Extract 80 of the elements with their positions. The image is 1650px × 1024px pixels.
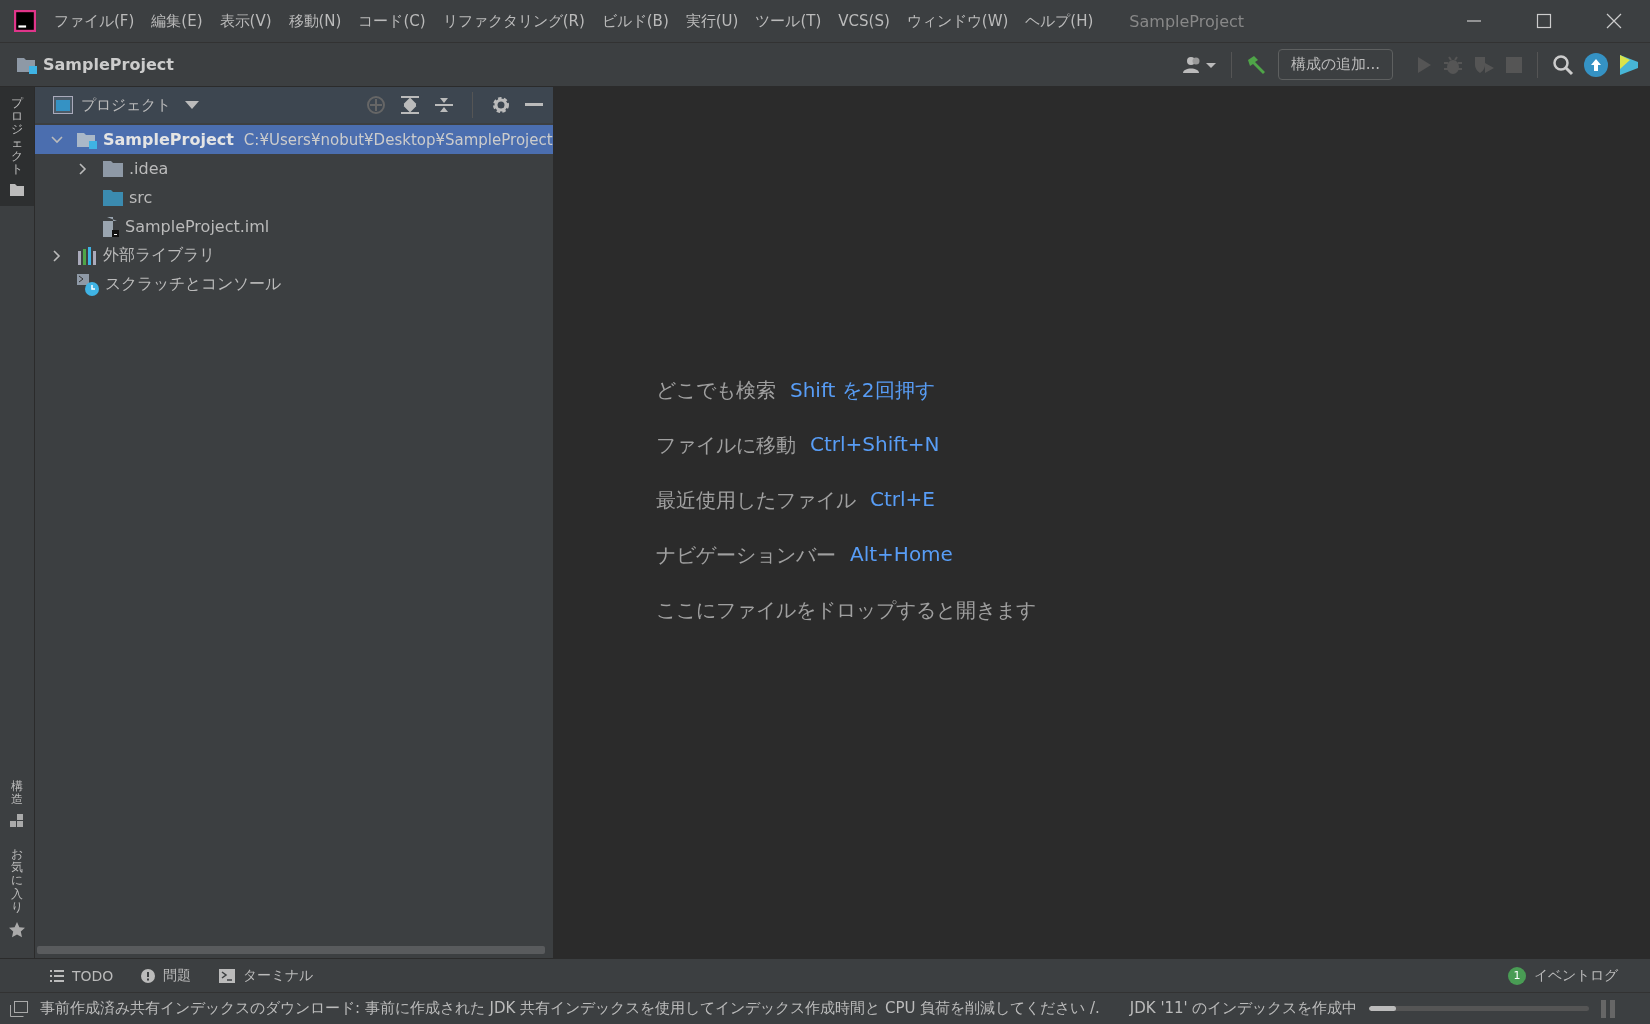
tree-item-label: .idea: [129, 159, 169, 178]
menu-item[interactable]: リファクタリング(R): [442, 11, 585, 31]
users-icon[interactable]: [1182, 55, 1217, 74]
settings-icon[interactable]: [491, 95, 511, 115]
app-logo-icon[interactable]: [1618, 52, 1640, 77]
menu-item[interactable]: ツール(T): [755, 11, 822, 31]
app-logo-icon: [14, 10, 36, 32]
minimize-icon[interactable]: [525, 103, 543, 107]
tree-item[interactable]: 外部ライブラリ: [35, 241, 553, 270]
status-task: JDK '11' のインデックスを作成中: [1129, 999, 1358, 1018]
tool-tab[interactable]: お気に入り: [0, 838, 34, 948]
menu-item[interactable]: ビルド(B): [601, 11, 669, 31]
count-badge: 1: [1508, 966, 1526, 985]
project-folder-icon: [77, 130, 97, 149]
menu-item[interactable]: 移動(N): [288, 11, 342, 31]
hint-label: ナビゲーションバー: [656, 541, 836, 569]
tree-item[interactable]: .idea: [35, 154, 553, 183]
add-configuration-button[interactable]: 構成の追加...: [1277, 49, 1393, 80]
expand-all-icon[interactable]: [400, 95, 420, 115]
tree-item[interactable]: SampleProject C:¥Users¥nobut¥Desktop¥SampleProject: [35, 125, 553, 154]
window-title: SampleProject: [1129, 11, 1245, 31]
menu-item[interactable]: ヘルプ(H): [1025, 11, 1094, 31]
folder-icon: [103, 160, 123, 177]
project-path: C:¥Users¥nobut¥Desktop¥SampleProject: [243, 130, 553, 149]
panel-toggle-icon[interactable]: [10, 1000, 28, 1017]
menu-item[interactable]: 実行(U): [685, 11, 739, 31]
maximize-icon[interactable]: [1536, 13, 1552, 29]
chevron-icon[interactable]: [51, 133, 63, 146]
scratch-console-icon: [77, 273, 99, 296]
search-icon[interactable]: [1552, 53, 1574, 76]
menu-item[interactable]: ファイル(F): [54, 11, 135, 31]
menu-item[interactable]: VCS(S): [838, 11, 890, 31]
shortcut-text: Shift を2回押す: [790, 376, 935, 404]
tool-window-tab[interactable]: 問題: [141, 966, 192, 985]
collapse-all-icon[interactable]: [434, 95, 454, 115]
tree-item-label: src: [129, 188, 153, 207]
menu-item[interactable]: ウィンドウ(W): [906, 11, 1009, 31]
menu-item[interactable]: 表示(V): [219, 11, 272, 31]
hint-label: ここにファイルをドロップすると開きます: [656, 596, 1036, 624]
tree-item-label: SampleProject.iml: [125, 217, 270, 236]
chevron-icon[interactable]: [77, 162, 89, 175]
tree-item-label: SampleProject: [103, 130, 234, 149]
hammer-icon[interactable]: [1245, 54, 1268, 75]
hint-label: 最近使用したファイル: [656, 486, 856, 514]
terminal-icon: [219, 968, 236, 983]
tree-item[interactable]: src: [35, 183, 553, 212]
project-folder-icon: [17, 55, 37, 74]
status-message: 事前作成済み共有インデックスのダウンロード: 事前に作成された JDK 共有インデックスを使用してインデックス作成時間と CPU 負荷を削減してください /.: [40, 999, 1100, 1018]
shortcut-text: Ctrl+E: [870, 486, 935, 513]
star-icon: [9, 922, 25, 938]
warning-icon: [141, 968, 156, 983]
tree-item-label: 外部ライブラリ: [103, 245, 215, 266]
list-icon: [50, 969, 64, 982]
hint-label: どこでも検索: [656, 376, 776, 404]
tool-window-tab[interactable]: ターミナル: [219, 966, 314, 985]
shortcut-text: Alt+Home: [850, 541, 953, 568]
panel-title[interactable]: プロジェクト: [81, 95, 171, 115]
scrollbar-thumb[interactable]: [37, 946, 545, 954]
tree-item[interactable]: スクラッチとコンソール: [35, 270, 553, 299]
library-icon: [77, 246, 97, 265]
tree-item-label: スクラッチとコンソール: [105, 274, 281, 295]
chevron-icon[interactable]: [51, 249, 63, 262]
file-icon: [103, 216, 119, 237]
structure-icon: [10, 814, 24, 829]
close-icon[interactable]: [1606, 13, 1622, 29]
breadcrumb[interactable]: SampleProject: [43, 55, 174, 74]
folder-icon: [103, 189, 123, 206]
project-tool-tab[interactable]: プロジェクト: [0, 87, 34, 207]
folder-icon: [10, 184, 24, 197]
tree-item[interactable]: SampleProject.iml: [35, 212, 553, 241]
tool-tab[interactable]: 構造: [0, 769, 34, 839]
dropdown-arrow-icon[interactable]: [185, 101, 199, 109]
tool-window-tab[interactable]: TODO: [50, 967, 114, 984]
event-log-tab[interactable]: 1 イベントログ: [1508, 966, 1618, 985]
update-icon[interactable]: [1584, 52, 1608, 77]
menu-item[interactable]: コード(C): [358, 11, 426, 31]
hint-label: ファイルに移動: [656, 431, 796, 459]
window-icon: [53, 96, 73, 114]
shortcut-text: Ctrl+Shift+N: [810, 431, 940, 458]
menu-item[interactable]: 編集(E): [151, 11, 203, 31]
